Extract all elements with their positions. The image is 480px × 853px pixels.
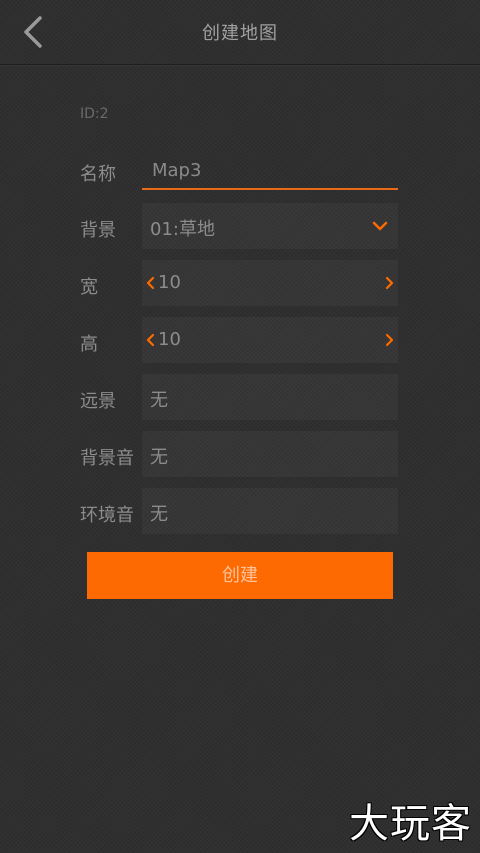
create-button[interactable]: 创建 [87, 552, 393, 599]
app-header: 创建地图 [0, 0, 480, 65]
bg-music-label: 背景音 [80, 448, 134, 469]
watermark-logo: 大玩客 [349, 801, 472, 847]
bg-music-field[interactable]: 无 [142, 431, 398, 477]
map-id-label: ID:2 [80, 106, 109, 122]
name-label: 名称 [80, 164, 116, 185]
width-value: 10 [158, 272, 181, 293]
height-stepper: 10 [142, 317, 398, 363]
ambient-sound-value: 无 [150, 504, 168, 525]
ambient-sound-field[interactable]: 无 [142, 488, 398, 534]
height-value: 10 [158, 329, 181, 350]
bg-music-value: 无 [150, 447, 168, 468]
width-decrease-icon[interactable] [144, 274, 156, 292]
width-stepper: 10 [142, 260, 398, 306]
name-input[interactable] [142, 152, 398, 190]
distant-view-value: 无 [150, 390, 168, 411]
ambient-sound-label: 环境音 [80, 505, 134, 526]
distant-view-label: 远景 [80, 391, 116, 412]
width-label: 宽 [80, 277, 98, 298]
background-label: 背景 [80, 220, 116, 241]
chevron-down-icon [372, 221, 388, 231]
width-increase-icon[interactable] [384, 274, 396, 292]
background-select-value: 01:草地 [150, 219, 215, 240]
height-decrease-icon[interactable] [144, 331, 156, 349]
height-label: 高 [80, 334, 98, 355]
distant-view-field[interactable]: 无 [142, 374, 398, 420]
page-title: 创建地图 [202, 23, 278, 44]
height-increase-icon[interactable] [384, 331, 396, 349]
background-select[interactable]: 01:草地 [142, 203, 398, 249]
